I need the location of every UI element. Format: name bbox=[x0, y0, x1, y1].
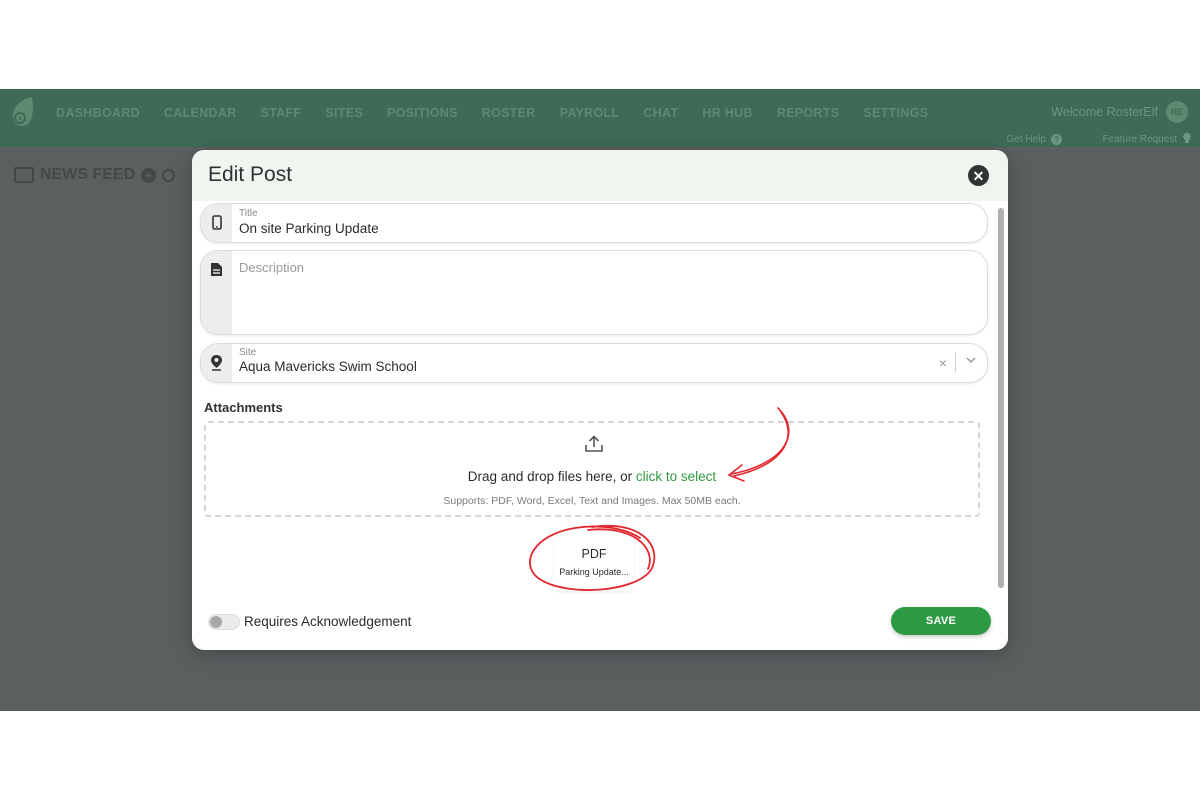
modal-header: Edit Post ✕ bbox=[192, 150, 1008, 201]
nav-item-sites[interactable]: SITES bbox=[325, 106, 363, 120]
nav-item-calendar[interactable]: CALENDAR bbox=[164, 106, 237, 120]
site-icon-column bbox=[201, 344, 232, 382]
acknowledgement-label: Requires Acknowledgement bbox=[244, 614, 412, 629]
clear-icon[interactable]: × bbox=[939, 355, 947, 371]
site-field-label: Site bbox=[239, 347, 257, 358]
feature-request-label: Feature Request bbox=[1102, 133, 1178, 145]
select-divider bbox=[955, 352, 956, 372]
acknowledgement-toggle[interactable] bbox=[208, 614, 240, 630]
edit-post-modal: Edit Post ✕ Title On site Parking Update… bbox=[192, 150, 1008, 650]
welcome-text: Welcome RosterElf bbox=[1051, 105, 1158, 119]
chevron-down-icon[interactable] bbox=[965, 354, 977, 366]
nav-item-settings[interactable]: SETTINGS bbox=[863, 106, 928, 120]
nav-item-roster[interactable]: ROSTER bbox=[482, 106, 536, 120]
modal-scrollbar[interactable] bbox=[998, 208, 1004, 588]
nav-item-reports[interactable]: REPORTS bbox=[777, 106, 840, 120]
title-field[interactable]: Title On site Parking Update bbox=[200, 203, 988, 243]
attached-file-card[interactable]: PDF Parking Update... bbox=[554, 535, 634, 591]
page-title-text: NEWS FEED bbox=[40, 166, 136, 183]
get-help-link[interactable]: Get Help ? bbox=[1007, 132, 1062, 146]
nav-item-staff[interactable]: STAFF bbox=[261, 106, 302, 120]
info-icon[interactable] bbox=[162, 168, 176, 182]
description-field[interactable]: Description bbox=[200, 250, 988, 335]
site-select[interactable]: Site Aqua Mavericks Swim School × bbox=[200, 343, 988, 383]
save-button[interactable]: SAVE bbox=[891, 607, 991, 635]
click-to-select-link[interactable]: click to select bbox=[636, 469, 716, 484]
upload-icon bbox=[585, 435, 603, 452]
title-field-label: Title bbox=[239, 208, 258, 219]
title-icon-column bbox=[201, 204, 232, 242]
avatar[interactable]: RE bbox=[1166, 101, 1188, 123]
nav-item-chat[interactable]: CHAT bbox=[643, 106, 678, 120]
nav-item-dashboard[interactable]: DASHBOARD bbox=[56, 106, 140, 120]
title-input[interactable]: On site Parking Update bbox=[239, 221, 379, 236]
close-icon[interactable]: ✕ bbox=[968, 165, 989, 186]
scrollbar-thumb[interactable] bbox=[998, 208, 1004, 588]
phone-icon bbox=[211, 215, 222, 230]
drop-text: Drag and drop files here, or bbox=[467, 469, 633, 484]
rosterelf-logo-icon[interactable] bbox=[8, 96, 36, 130]
drop-instructions: Drag and drop files here, or click to se… bbox=[206, 469, 978, 484]
file-name-label: Parking Update... bbox=[559, 567, 629, 577]
nav-menu: DASHBOARD CALENDAR STAFF SITES POSITIONS… bbox=[56, 106, 952, 120]
supported-formats-text: Supports: PDF, Word, Excel, Text and Ima… bbox=[443, 495, 741, 507]
lightbulb-icon bbox=[1182, 132, 1192, 147]
feature-request-link[interactable]: Feature Request bbox=[1103, 132, 1193, 146]
attachments-label: Attachments bbox=[204, 400, 283, 415]
top-navigation: DASHBOARD CALENDAR STAFF SITES POSITIONS… bbox=[0, 89, 1200, 147]
nav-item-payroll[interactable]: PAYROLL bbox=[560, 106, 620, 120]
page-title: NEWS FEED + bbox=[14, 166, 176, 184]
add-post-icon[interactable]: + bbox=[141, 167, 157, 183]
get-help-label: Get Help bbox=[1006, 133, 1046, 145]
description-icon-column bbox=[201, 251, 232, 334]
file-dropzone[interactable]: Drag and drop files here, or click to se… bbox=[204, 421, 980, 517]
site-value: Aqua Mavericks Swim School bbox=[239, 359, 417, 374]
file-type-label: PDF bbox=[581, 547, 607, 561]
description-input[interactable]: Description bbox=[239, 260, 304, 275]
nav-item-hr-hub[interactable]: HR HUB bbox=[702, 106, 752, 120]
modal-title: Edit Post bbox=[208, 163, 293, 186]
document-icon bbox=[211, 263, 222, 276]
toggle-knob bbox=[210, 616, 222, 628]
location-pin-icon bbox=[211, 355, 222, 371]
question-icon: ? bbox=[1051, 133, 1062, 145]
newspaper-icon bbox=[14, 167, 34, 183]
nav-item-positions[interactable]: POSITIONS bbox=[387, 106, 458, 120]
